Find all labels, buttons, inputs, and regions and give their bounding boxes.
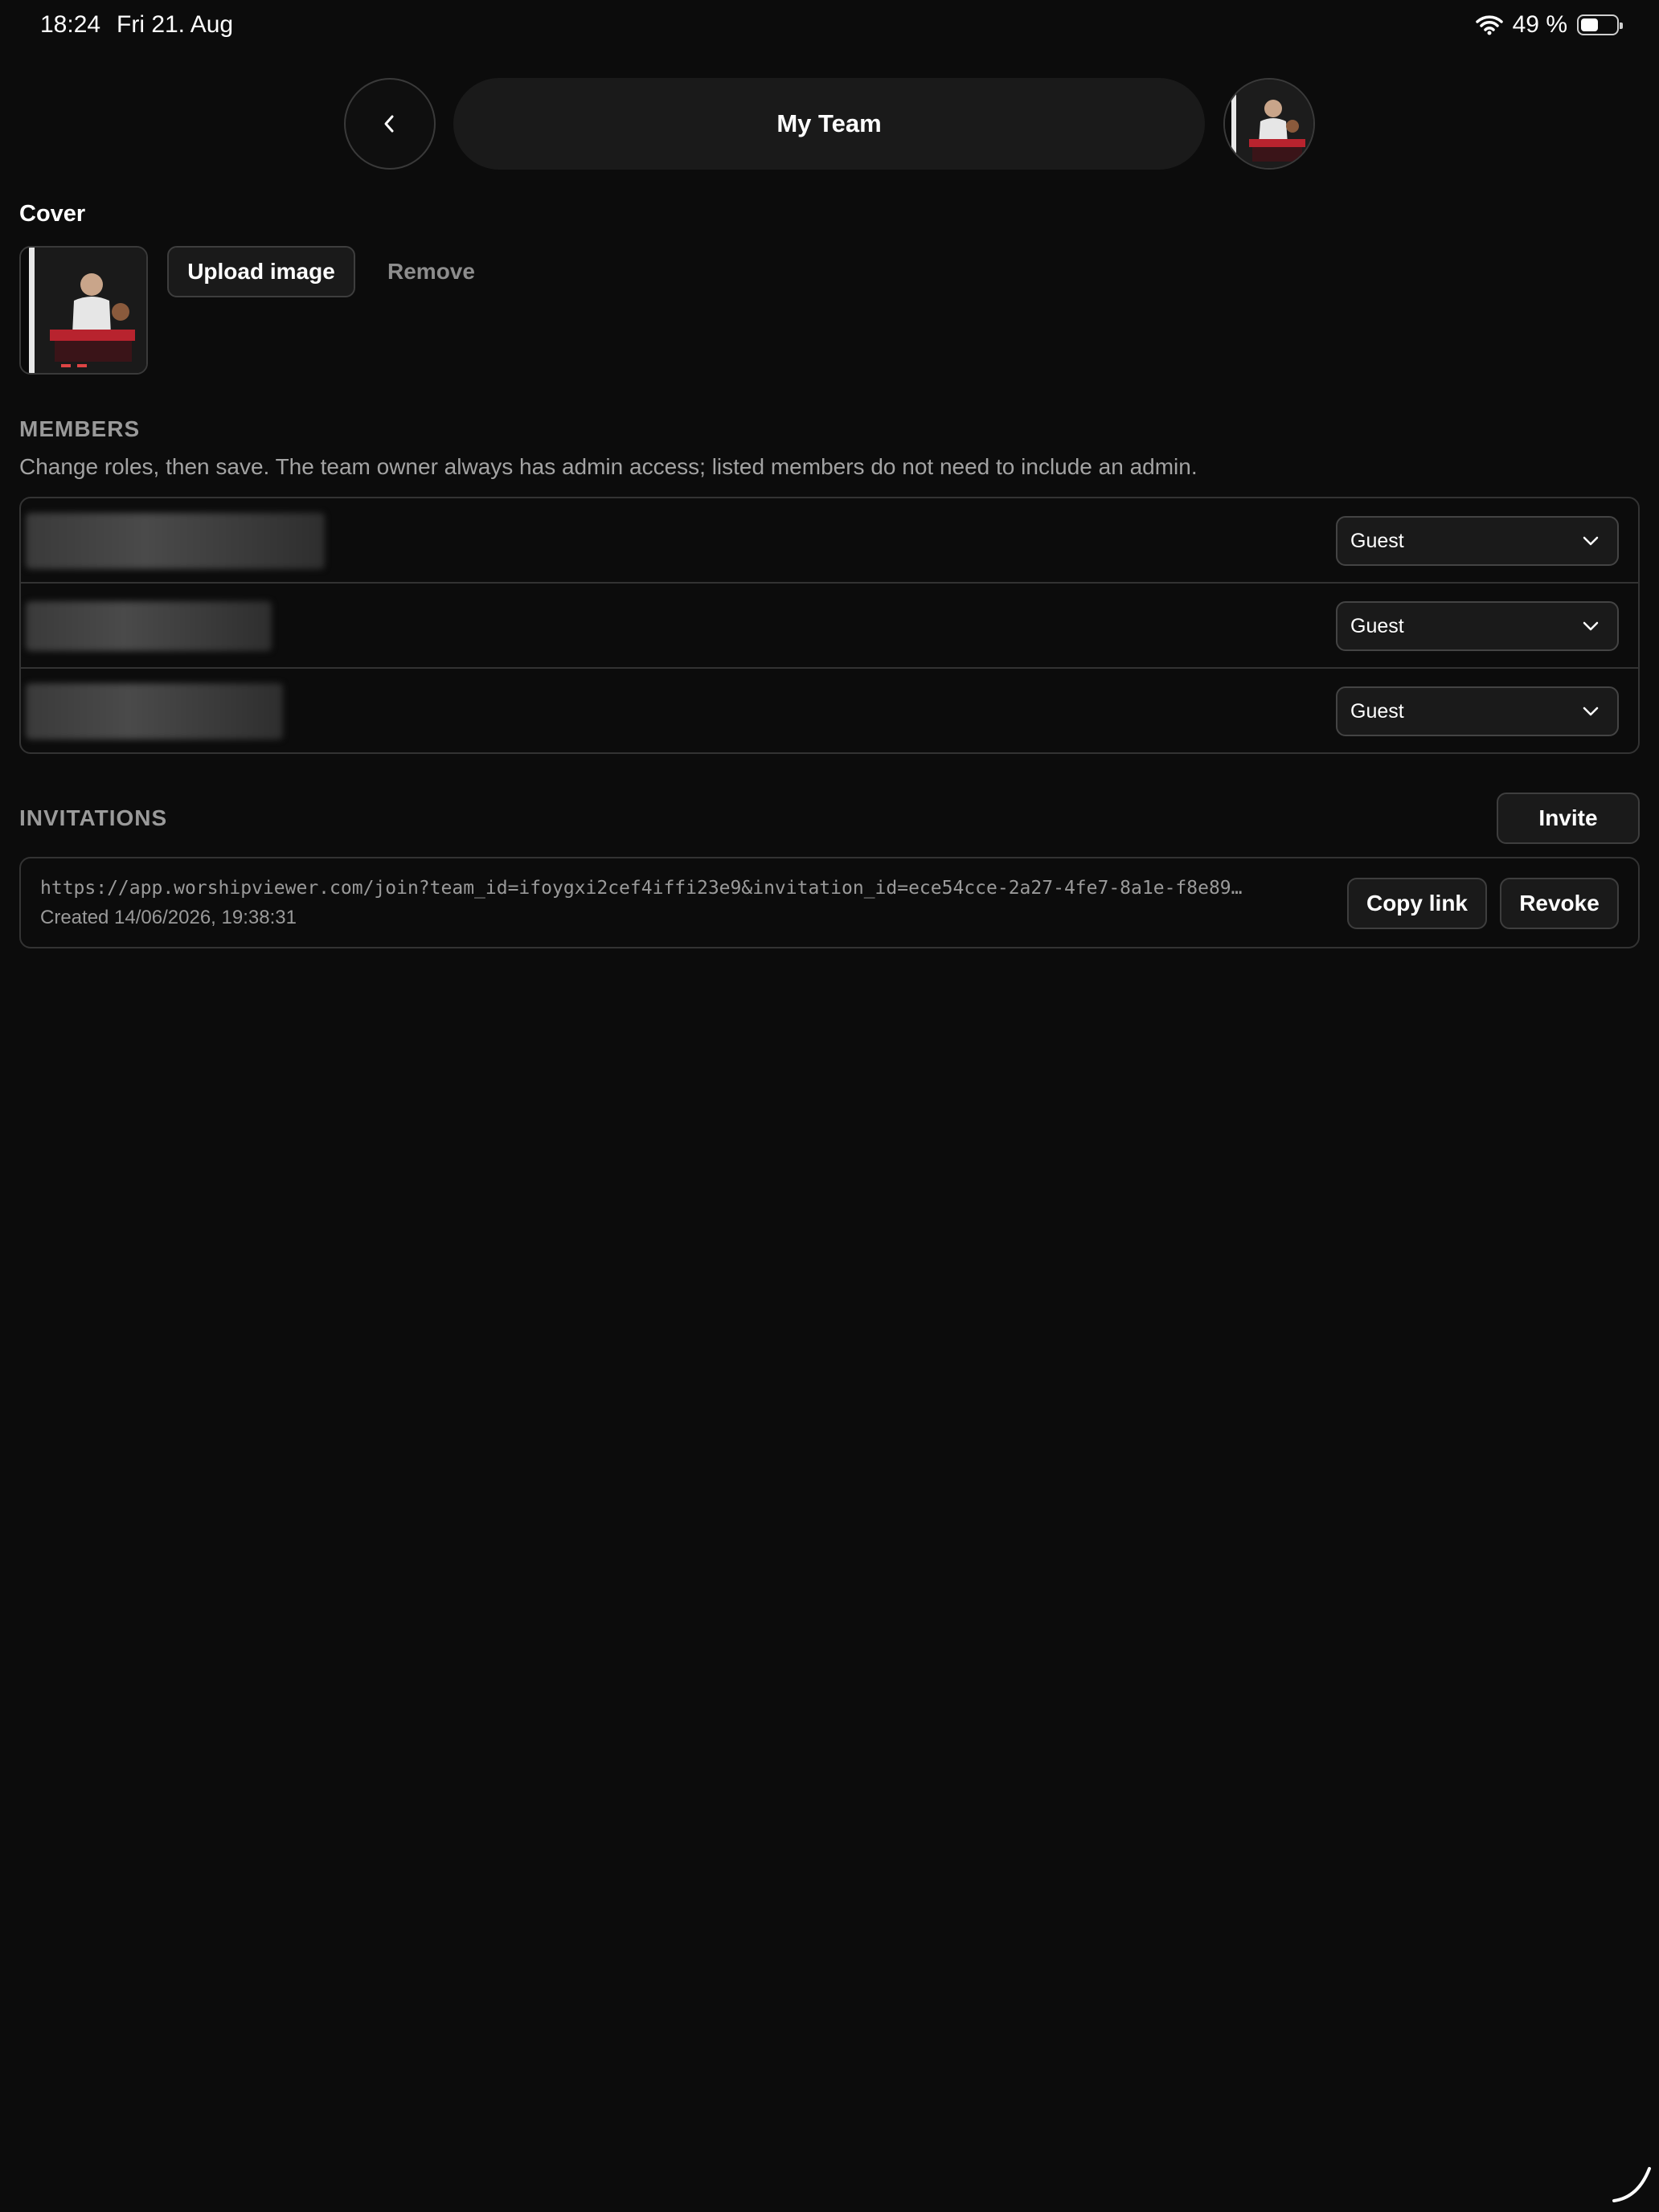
chevron-down-icon xyxy=(1583,707,1599,716)
member-name-redacted xyxy=(26,513,325,569)
battery-fill xyxy=(1581,18,1598,31)
role-select-value: Guest xyxy=(1350,614,1404,637)
remove-image-button[interactable]: Remove xyxy=(375,246,488,297)
scroll-indicator-icon xyxy=(1612,2167,1651,2202)
chevron-down-icon xyxy=(1583,536,1599,546)
chevron-left-icon xyxy=(384,115,394,133)
member-row: Guest xyxy=(21,498,1638,584)
status-time: 18:24 xyxy=(40,11,101,38)
cover-thumbnail xyxy=(19,246,148,375)
invite-button[interactable]: Invite xyxy=(1497,793,1640,844)
member-row: Guest xyxy=(21,584,1638,669)
invitation-url: https://app.worshipviewer.com/join?team_… xyxy=(40,878,1243,899)
page-title: My Team xyxy=(453,78,1205,170)
battery-percentage: 49 % xyxy=(1512,11,1567,38)
status-date: Fri 21. Aug xyxy=(117,11,234,38)
role-select-value: Guest xyxy=(1350,529,1404,552)
members-heading: MEMBERS xyxy=(19,416,141,441)
member-row: Guest xyxy=(21,669,1638,752)
role-select[interactable]: Guest xyxy=(1336,686,1619,736)
invitations-heading: INVITATIONS xyxy=(19,805,168,830)
member-name-redacted xyxy=(26,601,272,651)
invitation-created: Created 14/06/2026, 19:38:31 xyxy=(40,907,297,928)
cover-photo xyxy=(21,248,146,373)
profile-photo xyxy=(1225,80,1313,168)
invitation-card: https://app.worshipviewer.com/join?team_… xyxy=(19,857,1640,948)
cover-label: Cover xyxy=(19,201,86,227)
avatar[interactable] xyxy=(1223,78,1315,170)
status-bar: 18:24 Fri 21. Aug 49 % xyxy=(0,0,1659,51)
role-select[interactable]: Guest xyxy=(1336,601,1619,651)
chevron-down-icon xyxy=(1583,621,1599,631)
role-select-value: Guest xyxy=(1350,699,1404,723)
role-select[interactable]: Guest xyxy=(1336,516,1619,566)
wifi-icon xyxy=(1475,15,1503,35)
copy-link-button[interactable]: Copy link xyxy=(1347,878,1487,929)
status-indicators: 49 % xyxy=(1475,11,1623,39)
revoke-button[interactable]: Revoke xyxy=(1500,878,1619,929)
member-name-redacted xyxy=(26,683,283,739)
upload-image-button[interactable]: Upload image xyxy=(167,246,355,297)
back-button[interactable] xyxy=(344,78,436,170)
battery-icon xyxy=(1577,14,1623,35)
members-description: Change roles, then save. The team owner … xyxy=(19,454,1198,479)
members-list: Guest Guest Guest xyxy=(19,497,1640,754)
